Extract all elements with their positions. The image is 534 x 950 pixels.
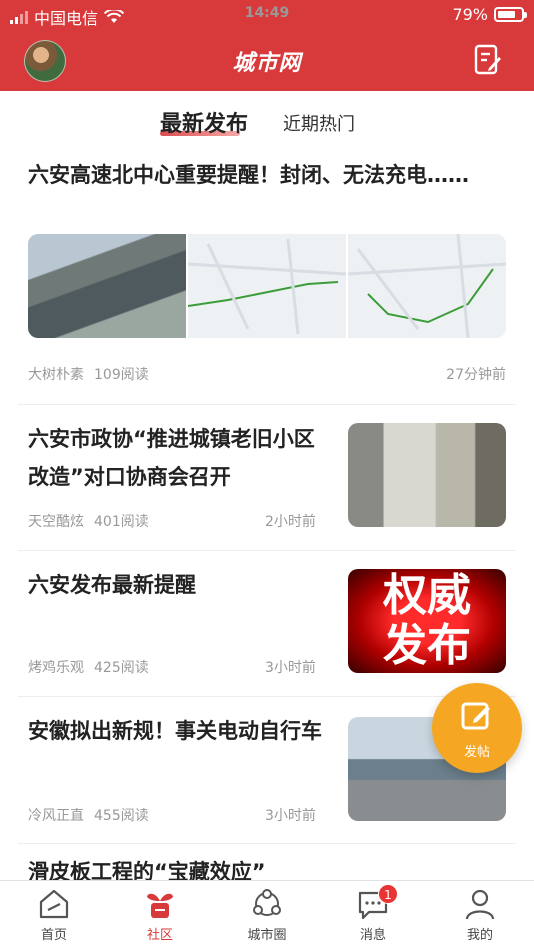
tab-label: 消息	[359, 928, 386, 943]
article-image[interactable]	[28, 234, 186, 338]
tab-label: 首页	[40, 928, 67, 943]
article-card[interactable]: 六安发布最新提醒 烤鸡乐观 425阅读 3小时前 权威 发布	[28, 566, 506, 678]
tab-latest[interactable]: 最新发布	[160, 106, 248, 138]
divider	[18, 696, 516, 697]
divider	[18, 404, 516, 405]
article-time: 3小时前	[265, 660, 316, 676]
article-image[interactable]	[187, 234, 347, 338]
tab-home[interactable]: 首页	[14, 881, 94, 950]
status-bar: 中国电信 14:49 79%	[0, 0, 534, 30]
tab-label: 我的	[466, 928, 493, 943]
article-title[interactable]: 六安发布最新提醒	[28, 566, 328, 604]
thumbnail-text: 发布	[383, 620, 471, 671]
battery-icon	[494, 7, 527, 22]
map-route-icon	[347, 234, 506, 338]
article-card[interactable]: 六安市政协“推进城镇老旧小区改造”对口协商会召开 天空酷炫 401阅读 2小时前	[28, 420, 506, 532]
article-card[interactable]: 六安高速北中心重要提醒！封闭、无法充电…… 大树朴素 109阅读 27分钟前	[28, 156, 506, 388]
article-meta: 烤鸡乐观 425阅读	[28, 657, 149, 677]
thumbnail-text: 权威	[383, 570, 471, 621]
article-image[interactable]	[347, 234, 506, 338]
article-reads: 109阅读	[94, 367, 149, 383]
tab-label: 社区	[146, 928, 173, 943]
message-count-badge: 1	[378, 884, 398, 904]
article-title[interactable]: 六安高速北中心重要提醒！封闭、无法充电……	[28, 156, 506, 194]
article-author: 烤鸡乐观	[28, 660, 84, 676]
article-author: 冷风正直	[28, 808, 84, 824]
article-meta: 冷风正直 455阅读	[28, 805, 149, 825]
app-header: 中国电信 14:49 79% 城市网	[0, 0, 534, 91]
article-thumbnail[interactable]: 权威 发布	[348, 569, 506, 673]
tab-messages[interactable]: 1 消息	[333, 881, 413, 950]
map-route-icon	[187, 238, 347, 335]
article-images[interactable]	[28, 234, 506, 338]
article-meta: 大树朴素 109阅读	[28, 364, 149, 384]
edit-icon[interactable]	[474, 44, 502, 76]
divider	[18, 550, 516, 551]
sprout-icon	[147, 893, 173, 918]
bottom-tab-bar: 首页 社区 城市圈 1 消息 我的	[0, 880, 534, 950]
app-logo: 城市网	[232, 51, 302, 76]
article-reads: 401阅读	[94, 514, 149, 530]
article-meta: 天空酷炫 401阅读	[28, 511, 149, 531]
tab-label: 城市圈	[247, 928, 287, 943]
home-icon	[39, 889, 69, 919]
article-reads: 425阅读	[94, 660, 149, 676]
post-button[interactable]: 发帖	[432, 683, 522, 773]
article-title[interactable]: 六安市政协“推进城镇老旧小区改造”对口协商会召开	[28, 420, 328, 496]
edit-icon	[461, 702, 490, 730]
tab-me[interactable]: 我的	[440, 881, 520, 950]
circle-network-icon	[253, 889, 281, 916]
user-icon	[465, 889, 495, 920]
tab-community[interactable]: 社区	[120, 881, 200, 950]
article-time: 3小时前	[265, 808, 316, 824]
article-title[interactable]: 安徽拟出新规！事关电动自行车	[28, 712, 328, 750]
tab-trending[interactable]: 近期热门	[283, 110, 355, 136]
post-button-label: 发帖	[463, 745, 490, 760]
tab-city-circle[interactable]: 城市圈	[227, 881, 307, 950]
battery-percent: 79%	[452, 5, 488, 24]
article-author: 天空酷炫	[28, 514, 84, 530]
article-reads: 455阅读	[94, 808, 149, 824]
article-author: 大树朴素	[28, 367, 84, 383]
article-time: 27分钟前	[446, 367, 506, 383]
article-thumbnail[interactable]	[348, 423, 506, 527]
article-time: 2小时前	[265, 514, 316, 530]
feed-tabs: 最新发布 近期热门	[0, 100, 534, 140]
divider	[18, 843, 516, 844]
